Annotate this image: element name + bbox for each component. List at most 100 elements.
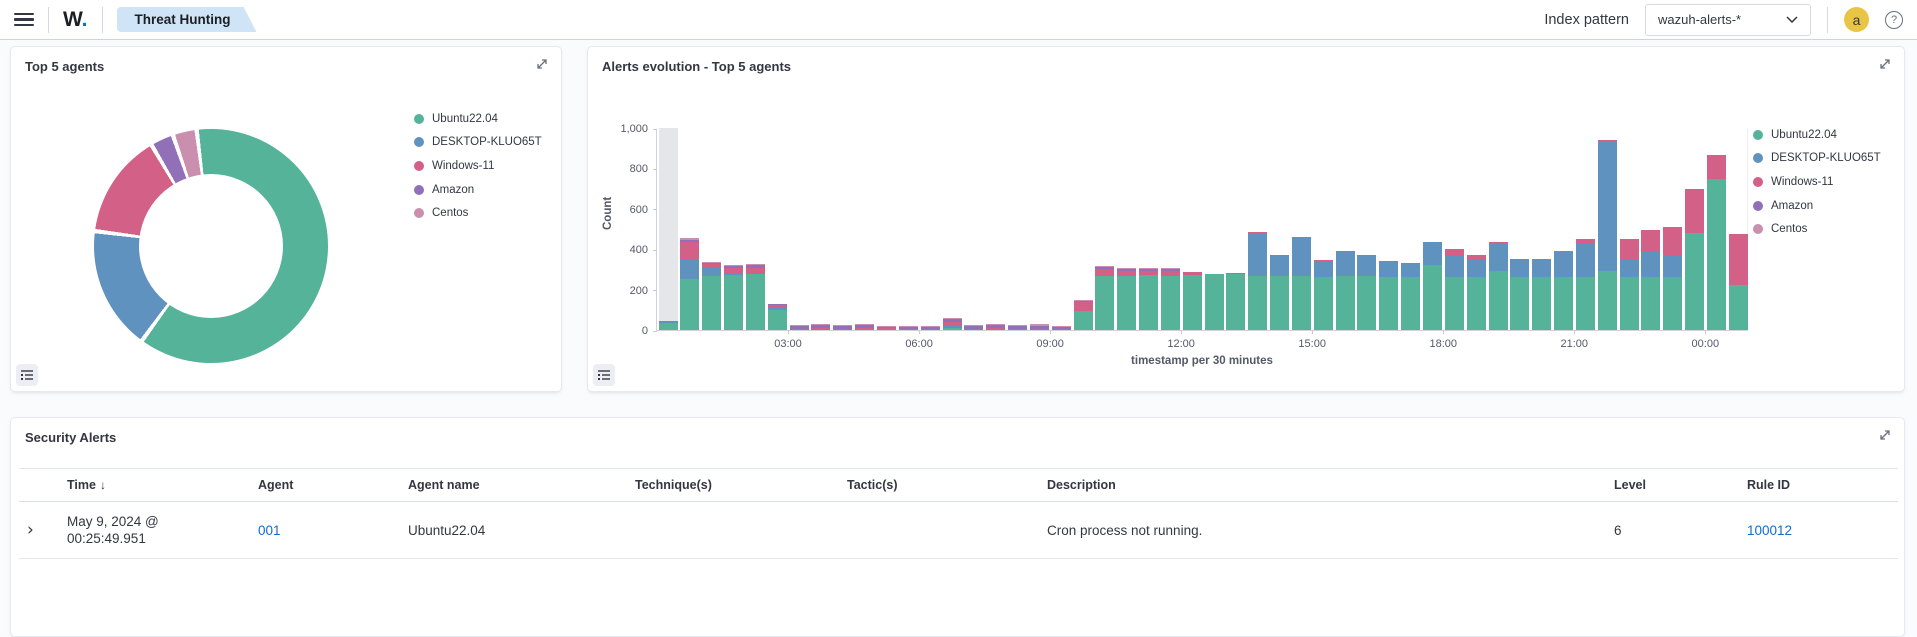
donut-hole — [139, 174, 283, 318]
legend-item[interactable]: Windows-11 — [1753, 170, 1881, 194]
top-navbar: W. Threat Hunting Index pattern wazuh-al… — [0, 0, 1917, 40]
bar-segment — [1074, 302, 1093, 311]
x-tick-mark — [1705, 330, 1706, 334]
stacked-bar — [986, 324, 1005, 330]
legend-list-icon[interactable] — [16, 364, 38, 386]
table-row: › May 9, 2024 @ 00:25:49.951 001 Ubuntu2… — [19, 502, 1898, 559]
bar-segment — [1226, 274, 1245, 330]
legend-dot-icon — [414, 114, 424, 124]
donut-legend: Ubuntu22.04DESKTOP-KLUO65T Windows-11 Amaz… — [414, 107, 542, 225]
row-expand-chevron-icon[interactable]: › — [27, 520, 34, 540]
stacked-bar — [1357, 255, 1376, 330]
column-header-agent[interactable]: Agent — [250, 469, 400, 502]
logo-dot: . — [82, 8, 88, 31]
bar-segment — [1467, 277, 1486, 330]
legend-label: Centos — [432, 207, 468, 219]
legend-item[interactable]: Amazon — [1753, 194, 1881, 218]
bar-segment — [1357, 276, 1376, 330]
stacked-bar — [943, 318, 962, 330]
legend-label: Amazon — [1771, 200, 1813, 212]
agent-link[interactable]: 001 — [258, 523, 281, 538]
stacked-bar — [1095, 266, 1114, 330]
stacked-bar — [768, 304, 787, 330]
legend-dot-icon — [1753, 224, 1763, 234]
x-tick-label: 06:00 — [905, 338, 933, 350]
legend-item[interactable]: Centos — [1753, 217, 1881, 241]
bar-segment — [1314, 261, 1333, 277]
legend-label: Windows-11 — [432, 160, 494, 172]
cell-time: May 9, 2024 @ 00:25:49.951 — [59, 502, 250, 559]
expand-panel-icon[interactable] — [1877, 56, 1895, 74]
panel-security-alerts: Security Alerts Time↓ Agent Agent name T… — [10, 417, 1905, 637]
bar-segment — [1641, 230, 1660, 252]
bar-segment — [1641, 277, 1660, 330]
legend-item[interactable]: Centos — [414, 201, 542, 225]
bar-segment — [1707, 155, 1726, 179]
bar-segment — [1445, 256, 1464, 277]
donut-chart — [94, 129, 328, 363]
bar-segment — [1270, 256, 1289, 276]
y-tick-mark — [653, 209, 657, 210]
legend-item[interactable]: DESKTOP-KLUO65T — [414, 131, 542, 155]
bar-segment — [855, 328, 874, 330]
stacked-bar — [1663, 227, 1682, 330]
bar-segment — [964, 329, 983, 330]
panel-title: Top 5 agents — [25, 59, 104, 74]
column-header-techniques[interactable]: Technique(s) — [627, 469, 839, 502]
index-pattern-select[interactable]: wazuh-alerts-* — [1645, 4, 1811, 36]
stacked-bar — [1183, 272, 1202, 330]
legend-list-icon[interactable] — [593, 364, 615, 386]
bar-segment — [1510, 259, 1529, 278]
legend-item[interactable]: Windows-11 — [414, 154, 542, 178]
x-tick-label: 12:00 — [1167, 338, 1195, 350]
bar-segment — [1183, 275, 1202, 330]
column-header-rule-id[interactable]: Rule ID — [1739, 469, 1898, 502]
bar-segment — [1401, 277, 1420, 330]
stacked-bar — [1445, 249, 1464, 330]
stacked-bar — [1248, 232, 1267, 330]
bar-segment — [1532, 259, 1551, 277]
bar-segment — [921, 329, 940, 330]
user-avatar[interactable]: a — [1844, 7, 1869, 32]
bar-segment — [1620, 239, 1639, 260]
rule-id-link[interactable]: 100012 — [1747, 523, 1792, 538]
bar-segment — [1314, 277, 1333, 330]
stacked-bar — [1532, 259, 1551, 330]
stacked-bar — [1685, 189, 1704, 330]
legend-item[interactable]: Ubuntu22.04 — [1753, 123, 1881, 147]
bar-segment — [1729, 285, 1748, 330]
bar-segment — [702, 276, 721, 330]
wazuh-logo[interactable]: W. — [63, 8, 88, 32]
expand-panel-icon[interactable] — [1877, 427, 1895, 445]
stacked-bar — [921, 326, 940, 330]
navbar-divider — [102, 7, 103, 33]
bar-segment — [1532, 277, 1551, 330]
tab-threat-hunting[interactable]: Threat Hunting — [117, 7, 257, 32]
stacked-bar — [877, 326, 896, 330]
column-header-description[interactable]: Description — [1039, 469, 1606, 502]
legend-item[interactable]: Ubuntu22.04 — [414, 107, 542, 131]
legend-item[interactable]: DESKTOP-KLUO65T — [1753, 147, 1881, 171]
menu-hamburger-icon[interactable] — [14, 13, 34, 27]
legend-dot-icon — [1753, 177, 1763, 187]
current-bucket-highlight — [659, 128, 678, 330]
column-header-time[interactable]: Time↓ — [59, 469, 250, 502]
bar-segment — [1161, 276, 1180, 330]
column-header-tactics[interactable]: Tactic(s) — [839, 469, 1039, 502]
column-header-level[interactable]: Level — [1606, 469, 1739, 502]
bar-segment — [1554, 251, 1573, 277]
bar-segment — [1074, 311, 1093, 330]
bar-segment — [1663, 255, 1682, 277]
bar-segment — [1663, 227, 1682, 256]
help-icon[interactable]: ? — [1885, 11, 1903, 29]
alerts-table: Time↓ Agent Agent name Technique(s) Tact… — [19, 468, 1898, 559]
expand-panel-icon[interactable] — [534, 56, 552, 74]
legend-item[interactable]: Amazon — [414, 178, 542, 202]
column-header-agent-name[interactable]: Agent name — [400, 469, 627, 502]
stacked-bar — [1401, 263, 1420, 330]
bar-segment — [1576, 277, 1595, 330]
bar-segment — [1707, 179, 1726, 330]
legend-label: Amazon — [432, 184, 474, 196]
stacked-bar — [855, 324, 874, 330]
bar-segment — [1641, 252, 1660, 277]
